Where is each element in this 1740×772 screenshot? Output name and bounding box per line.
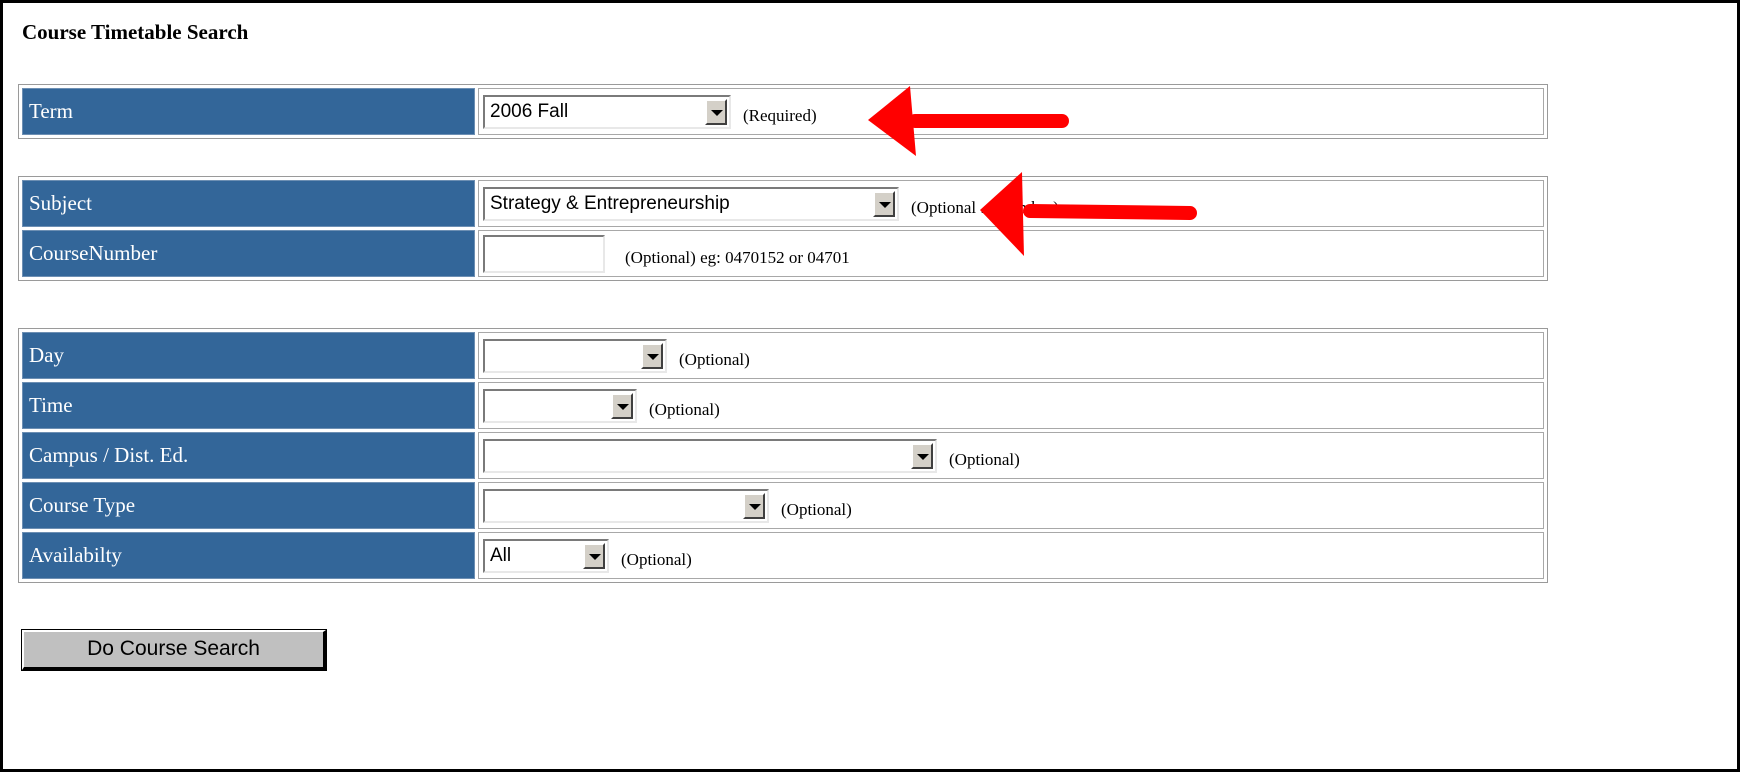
chevron-down-icon[interactable] [641,342,663,369]
course-number-input[interactable] [483,234,605,273]
chevron-down-icon[interactable] [611,392,633,419]
subject-select[interactable]: Strategy & Entrepreneurship [483,186,899,221]
subject-label: Subject [22,180,475,227]
time-label: Time [22,382,475,429]
course-type-label: Course Type [22,482,475,529]
chevron-down-icon[interactable] [705,98,727,125]
availability-note: (Optional) [621,549,692,569]
term-table: Term 2006 Fall (Required) [18,84,1548,139]
chevron-down-icon[interactable] [911,442,933,469]
campus-label: Campus / Dist. Ed. [22,432,475,479]
day-row: Day (Optional) [22,332,1544,379]
subject-table: Subject Strategy & Entrepreneurship (Opt… [18,176,1548,281]
filters-table: Day (Optional) Time (Optional) Campus / … [18,328,1548,583]
course-type-note: (Optional) [781,499,852,519]
time-row: Time (Optional) [22,382,1544,429]
availability-label: Availabilty [22,532,475,579]
time-note: (Optional) [649,399,720,419]
do-course-search-button[interactable]: Do Course Search [21,629,327,671]
campus-select[interactable] [483,438,937,473]
course-number-label: CourseNumber [22,230,475,277]
term-select-value: 2006 Fall [490,100,569,122]
availability-select-value: All [490,544,512,566]
chevron-down-icon[interactable] [873,190,895,217]
course-type-select[interactable] [483,488,769,523]
term-select[interactable]: 2006 Fall [483,94,731,129]
term-label: Term [22,88,475,135]
subject-note: (Optional ... Number) [911,197,1059,217]
time-select[interactable] [483,388,637,423]
availability-select[interactable]: All [483,538,609,573]
availability-row: Availabilty All (Optional) [22,532,1544,579]
subject-row: Subject Strategy & Entrepreneurship (Opt… [22,180,1544,227]
subject-select-value: Strategy & Entrepreneurship [490,192,730,214]
campus-note: (Optional) [949,449,1020,469]
campus-row: Campus / Dist. Ed. (Optional) [22,432,1544,479]
page-title: Course Timetable Search [22,20,249,44]
term-row: Term 2006 Fall (Required) [22,88,1544,135]
day-select[interactable] [483,338,667,373]
chevron-down-icon[interactable] [743,492,765,519]
day-label: Day [22,332,475,379]
course-number-note: (Optional) eg: 0470152 or 04701 [625,247,850,267]
course-number-row: CourseNumber (Optional) eg: 0470152 or 0… [22,230,1544,277]
term-note: (Required) [743,105,817,125]
chevron-down-icon[interactable] [583,542,605,569]
course-type-row: Course Type (Optional) [22,482,1544,529]
day-note: (Optional) [679,349,750,369]
